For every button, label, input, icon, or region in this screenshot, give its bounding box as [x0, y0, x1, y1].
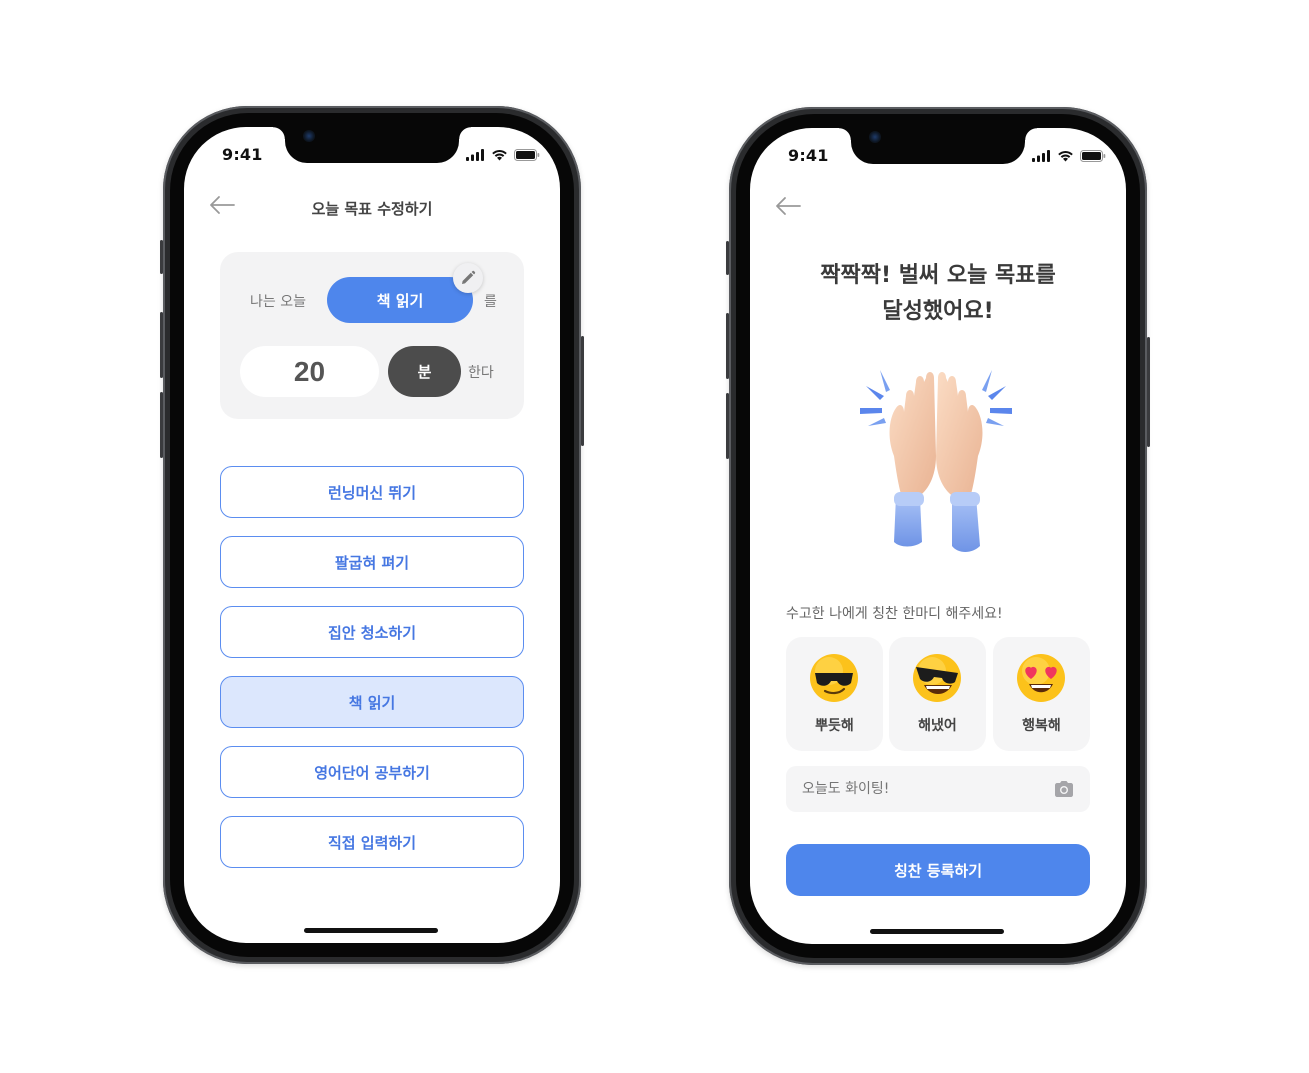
grinning-sunglasses-face-icon	[913, 654, 961, 702]
emoji-card-did-it[interactable]: 해냈어	[889, 637, 986, 751]
screen-edit-goal: 9:41 오늘 목표 수정하기 나는 오늘 책 읽기 를 분 한다 런닝머신 뛰…	[184, 127, 560, 943]
arrow-left-icon[interactable]	[774, 195, 802, 217]
wifi-icon	[492, 149, 507, 161]
notch	[273, 127, 471, 163]
emoji-label-did-it: 해냈어	[918, 718, 957, 734]
volume-up-button	[726, 313, 729, 379]
praise-prompt: 수고한 나에게 칭찬 한마디 해주세요!	[786, 606, 1003, 622]
power-button	[581, 336, 584, 446]
front-camera	[303, 130, 315, 142]
goal-unit-button[interactable]: 분	[388, 346, 461, 397]
heart-eyes-face-icon	[1017, 654, 1065, 702]
notch	[839, 128, 1037, 164]
headline-line-1: 짝짝짝! 벌써 오늘 목표를	[820, 263, 1056, 288]
home-indicator[interactable]	[304, 928, 438, 933]
page-title: 오늘 목표 수정하기	[311, 200, 433, 218]
edit-goal-button[interactable]	[453, 263, 483, 293]
camera-icon[interactable]	[1053, 779, 1075, 799]
option-english-vocab[interactable]: 영어단어 공부하기	[220, 746, 524, 798]
status-icons	[1032, 150, 1106, 162]
silent-switch	[726, 241, 729, 275]
high-five-hands-icon	[860, 370, 1012, 552]
emoji-card-proud[interactable]: 뿌듯해	[786, 637, 883, 751]
celebration-headline: 짝짝짝! 벌써 오늘 목표를 달성했어요!	[750, 258, 1126, 330]
phone-frame-edit-goal: 9:41 오늘 목표 수정하기 나는 오늘 책 읽기 를 분 한다 런닝머신 뛰…	[160, 106, 584, 964]
goal-card: 나는 오늘 책 읽기 를 분 한다	[220, 252, 524, 419]
goal-activity-pill[interactable]: 책 읽기	[327, 277, 473, 323]
emoji-label-proud: 뿌듯해	[815, 718, 854, 734]
power-button	[1147, 337, 1150, 447]
goal-suffix: 한다	[468, 365, 494, 381]
pencil-icon	[462, 270, 476, 284]
status-time: 9:41	[222, 145, 263, 164]
smug-sunglasses-face-icon	[810, 654, 858, 702]
praise-input[interactable]	[786, 766, 1090, 812]
option-reading-selected[interactable]: 책 읽기	[220, 676, 524, 728]
goal-prefix: 나는 오늘	[250, 294, 306, 310]
submit-praise-button[interactable]: 칭찬 등록하기	[786, 844, 1090, 896]
battery-icon	[514, 149, 540, 161]
battery-icon	[1080, 150, 1106, 162]
status-time: 9:41	[788, 146, 829, 165]
emoji-label-happy: 행복해	[1022, 718, 1061, 734]
cellular-signal-icon	[1032, 150, 1050, 162]
goal-amount-input[interactable]	[240, 346, 379, 397]
wifi-icon	[1058, 150, 1073, 162]
screen-celebration: 9:41 짝짝짝! 벌써 오늘 목표를 달성했어요! 수고한 나에게 칭찬 한마…	[750, 128, 1126, 944]
option-custom-input[interactable]: 직접 입력하기	[220, 816, 524, 868]
home-indicator[interactable]	[870, 929, 1004, 934]
front-camera	[869, 131, 881, 143]
phone-frame-celebration: 9:41 짝짝짝! 벌써 오늘 목표를 달성했어요! 수고한 나에게 칭찬 한마…	[726, 107, 1150, 965]
silent-switch	[160, 240, 163, 274]
emoji-card-happy[interactable]: 행복해	[993, 637, 1090, 751]
option-pushups[interactable]: 팔굽혀 펴기	[220, 536, 524, 588]
volume-down-button	[160, 392, 163, 458]
option-house-cleaning[interactable]: 집안 청소하기	[220, 606, 524, 658]
cellular-signal-icon	[466, 149, 484, 161]
goal-particle: 를	[484, 294, 497, 310]
volume-up-button	[160, 312, 163, 378]
headline-line-2: 달성했어요!	[882, 299, 994, 324]
status-icons	[466, 149, 540, 161]
volume-down-button	[726, 393, 729, 459]
option-treadmill[interactable]: 런닝머신 뛰기	[220, 466, 524, 518]
